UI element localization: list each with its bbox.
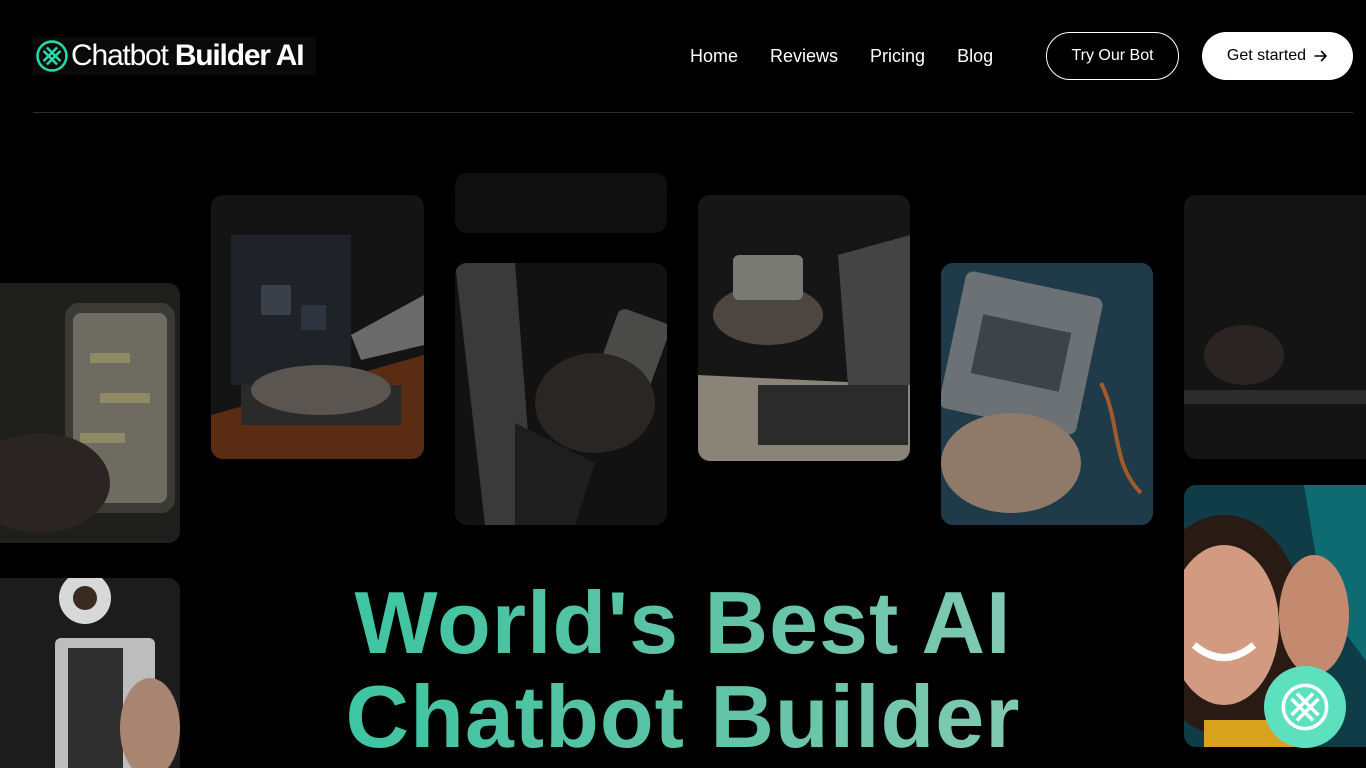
hero-photo-top-strip xyxy=(455,173,667,233)
arrow-right-icon xyxy=(1314,50,1327,62)
hero-title: World's Best AI Chatbot Builder xyxy=(0,576,1366,764)
hero-photo-tablet-desk xyxy=(1184,195,1366,459)
hero-title-line1: World's Best AI xyxy=(354,573,1012,672)
brand-name: Chatbot Builder AI xyxy=(71,39,305,72)
main-nav: Home Reviews Pricing Blog xyxy=(690,44,993,68)
nav-reviews[interactable]: Reviews xyxy=(770,44,838,68)
site-header: Chatbot Builder AI Home Reviews Pricing … xyxy=(0,0,1366,113)
get-started-label: Get started xyxy=(1226,47,1307,64)
hero-photo-phone-chat xyxy=(0,283,180,543)
hero-photo-laptop-typing xyxy=(211,195,424,459)
chatbot-logo-icon xyxy=(1281,683,1329,731)
hero-photo-laptop-phone xyxy=(698,195,910,461)
hero-photo-man-phone xyxy=(455,263,667,525)
nav-blog[interactable]: Blog xyxy=(957,44,993,68)
hero-photo-tablet-hand xyxy=(941,263,1153,525)
chat-widget-button[interactable] xyxy=(1264,666,1346,748)
nav-pricing[interactable]: Pricing xyxy=(870,44,925,68)
try-our-bot-button[interactable]: Try Our Bot xyxy=(1046,32,1179,80)
chatbot-logo-icon xyxy=(36,40,68,72)
nav-home[interactable]: Home xyxy=(690,44,738,68)
get-started-button[interactable]: Get started xyxy=(1202,32,1353,80)
brand-name-light: Chatbot xyxy=(71,39,169,72)
brand-name-bold: Builder AI xyxy=(174,39,305,72)
brand-logo[interactable]: Chatbot Builder AI xyxy=(33,37,316,75)
hero-section: World's Best AI Chatbot Builder xyxy=(0,113,1366,768)
hero-title-line2: Chatbot Builder xyxy=(345,667,1021,766)
try-our-bot-label: Try Our Bot xyxy=(1071,47,1154,64)
